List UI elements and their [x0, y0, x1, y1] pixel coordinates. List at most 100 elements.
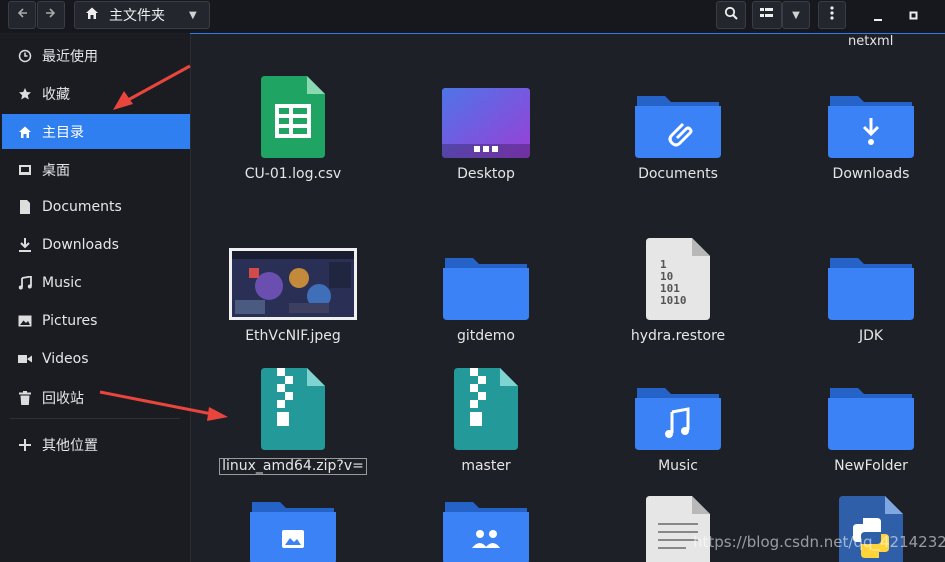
archive-icon: [390, 354, 582, 450]
file-name: JDK: [858, 328, 884, 344]
sidebar-item-label: Pictures: [42, 312, 98, 329]
folder-icon: [775, 354, 945, 450]
sidebar-separator: [10, 418, 180, 419]
arrow-left-icon: [16, 7, 28, 23]
search-button[interactable]: [716, 1, 746, 29]
header-bar: 主文件夹 ▼ ▼: [0, 0, 945, 33]
sidebar-item-label: Videos: [42, 350, 89, 367]
sidebar-item-pictures[interactable]: Pictures: [2, 303, 190, 338]
home-icon: [85, 6, 99, 24]
file-item[interactable]: [197, 500, 389, 562]
sidebar-item-downloads[interactable]: Downloads: [2, 227, 190, 262]
file-name: Downloads: [832, 166, 910, 182]
sidebar-item-label: 其他位置: [42, 437, 98, 454]
home-icon: [18, 125, 32, 139]
text-file-icon: [582, 496, 774, 562]
file-item[interactable]: Desktop: [390, 62, 582, 192]
file-name: Music: [658, 458, 698, 474]
sidebar-item-music[interactable]: Music: [2, 265, 190, 300]
file-grid: CU-01.log.csv Desktop Documents Download…: [191, 34, 945, 562]
file-item[interactable]: Downloads: [775, 62, 945, 192]
downloads-folder-icon: [775, 62, 945, 158]
file-name: EthVcNIF.jpeg: [245, 328, 341, 344]
sidebar-item-label: Downloads: [42, 236, 119, 253]
chevron-down-icon: ▼: [792, 9, 800, 21]
file-item[interactable]: Music: [582, 354, 774, 484]
svg-text:1010: 1010: [660, 294, 687, 307]
document-icon: [18, 199, 32, 214]
folder-icon: [390, 224, 582, 320]
minimize-button[interactable]: [864, 2, 892, 28]
file-item[interactable]: JDK: [775, 224, 945, 354]
view-mode-button[interactable]: [752, 1, 782, 29]
plus-icon: [18, 438, 32, 452]
file-item[interactable]: NewFolder: [775, 354, 945, 484]
sidebar: 最近使用 收藏 主目录 桌面 Documents Downloads Music…: [0, 34, 191, 562]
sidebar-item-other-locations[interactable]: 其他位置: [2, 427, 190, 462]
file-item[interactable]: linux_amd64.zip?v=: [197, 354, 389, 484]
chevron-down-icon: ▼: [189, 9, 197, 21]
sidebar-item-label: 主目录: [42, 124, 84, 141]
file-name: netxml: [848, 34, 894, 49]
file-item[interactable]: CU-01.log.csv: [197, 62, 389, 192]
sidebar-item-label: 最近使用: [42, 48, 98, 65]
archive-icon: [197, 354, 389, 450]
watermark: https://blog.csdn.net/qq_42142326: [693, 533, 945, 551]
file-name: NewFolder: [834, 458, 908, 474]
file-item[interactable]: 1 10 101 1010 hydra.restore: [582, 224, 774, 354]
file-item[interactable]: master: [390, 354, 582, 484]
video-icon: [18, 352, 32, 366]
pictures-folder-icon: [197, 500, 389, 562]
kebab-menu-icon: [830, 6, 834, 24]
sidebar-item-trash[interactable]: 回收站: [2, 380, 190, 415]
desktop-icon: [18, 163, 32, 177]
arrow-right-icon: [45, 7, 57, 23]
image-thumbnail: [197, 224, 389, 320]
list-view-icon: [760, 7, 774, 23]
maximize-button[interactable]: [900, 2, 928, 28]
sidebar-item-label: Documents: [42, 198, 122, 215]
folder-icon: [775, 224, 945, 320]
clock-icon: [18, 49, 32, 63]
sidebar-item-recent[interactable]: 最近使用: [2, 38, 190, 73]
trash-icon: [18, 390, 32, 405]
back-button[interactable]: [8, 1, 36, 29]
file-name: Desktop: [457, 166, 515, 182]
file-name: gitdemo: [457, 328, 515, 344]
desktop-folder-icon: [390, 62, 582, 158]
maximize-icon: [909, 6, 919, 25]
location-label: 主文件夹: [109, 8, 165, 24]
spreadsheet-icon: [197, 62, 389, 158]
menu-button[interactable]: [818, 1, 846, 29]
file-item[interactable]: EthVcNIF.jpeg: [197, 224, 389, 354]
file-item[interactable]: gitdemo: [390, 224, 582, 354]
sidebar-item-home[interactable]: 主目录: [2, 114, 190, 149]
binary-file-icon: 1 10 101 1010: [582, 224, 774, 320]
sidebar-item-label: Music: [42, 274, 82, 291]
python-file-icon: [775, 496, 945, 562]
sidebar-item-desktop[interactable]: 桌面: [2, 152, 190, 187]
file-item[interactable]: Documents: [582, 62, 774, 192]
view-options-button[interactable]: ▼: [782, 1, 810, 29]
file-item[interactable]: [390, 500, 582, 562]
sidebar-item-label: 收藏: [42, 86, 70, 103]
star-icon: [18, 87, 32, 101]
file-item[interactable]: [582, 496, 774, 562]
file-name: master: [461, 458, 511, 474]
sidebar-item-label: 回收站: [42, 390, 84, 407]
location-button[interactable]: 主文件夹 ▼: [74, 1, 210, 29]
sidebar-item-documents[interactable]: Documents: [2, 189, 190, 224]
file-name: CU-01.log.csv: [244, 166, 342, 182]
download-icon: [18, 237, 32, 252]
search-icon: [724, 6, 738, 24]
documents-folder-icon: [582, 62, 774, 158]
music-icon: [18, 275, 32, 290]
forward-button[interactable]: [37, 1, 65, 29]
sidebar-item-starred[interactable]: 收藏: [2, 76, 190, 111]
file-name: hydra.restore: [630, 328, 726, 344]
sidebar-item-videos[interactable]: Videos: [2, 341, 190, 376]
file-item[interactable]: [775, 496, 945, 562]
sidebar-item-label: 桌面: [42, 162, 70, 179]
picture-icon: [18, 314, 32, 328]
file-name-editing[interactable]: linux_amd64.zip?v=: [219, 458, 367, 475]
